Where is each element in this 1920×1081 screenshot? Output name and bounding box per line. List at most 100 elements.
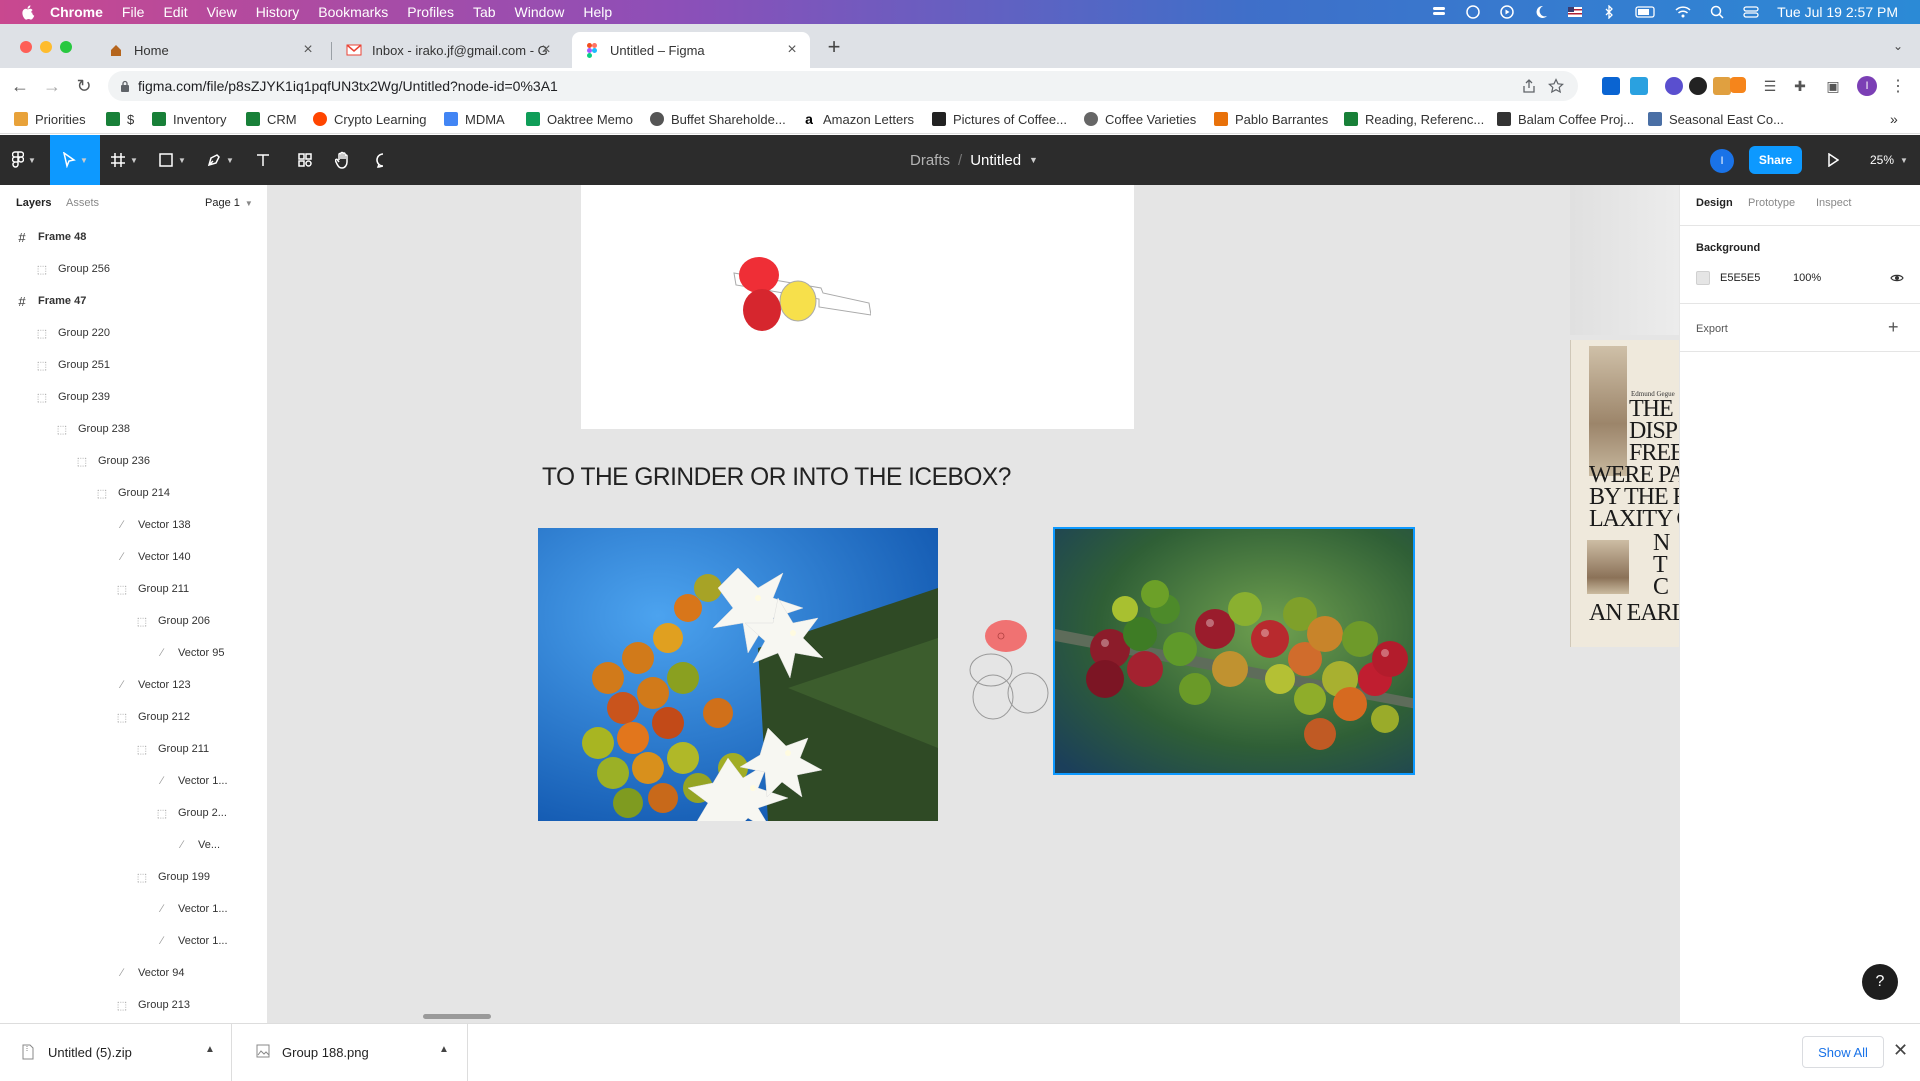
wifi-icon[interactable]: [1675, 5, 1691, 19]
bookmark-seasonal-east[interactable]: Seasonal East Co...: [1648, 110, 1784, 128]
background-hex-input[interactable]: E5E5E5: [1720, 272, 1760, 284]
chevron-up-icon[interactable]: ▲: [439, 1044, 449, 1055]
user-avatar[interactable]: I: [1710, 149, 1734, 173]
text-tool-button[interactable]: [248, 135, 278, 185]
tab-close-icon[interactable]: ×: [300, 42, 316, 58]
lock-icon[interactable]: [120, 80, 130, 92]
bookmark-dollar[interactable]: $: [106, 110, 134, 128]
reader-list-icon[interactable]: ☰: [1760, 76, 1780, 96]
bookmark-inventory[interactable]: Inventory: [152, 110, 226, 128]
chevron-up-icon[interactable]: ▲: [205, 1044, 215, 1055]
address-bar[interactable]: figma.com/file/p8sZJYK1iq1pqfUN3tx2Wg/Un…: [108, 71, 1578, 101]
zoom-control[interactable]: 25% ▼: [1870, 135, 1908, 185]
profile-avatar-icon[interactable]: I: [1857, 76, 1877, 96]
tab-layers[interactable]: Layers: [16, 197, 51, 209]
canvas-headline[interactable]: TO THE GRINDER OR INTO THE ICEBOX?: [542, 463, 1011, 492]
play-circle-icon[interactable]: [1499, 5, 1515, 19]
bookmark-pablo-barrantes[interactable]: Pablo Barrantes: [1214, 110, 1328, 128]
apple-icon[interactable]: [20, 4, 36, 20]
bookmark-balam-coffee[interactable]: Balam Coffee Proj...: [1497, 110, 1634, 128]
window-close-button[interactable]: [20, 41, 32, 53]
menu-help[interactable]: Help: [583, 4, 612, 20]
bookmark-coffee-varieties[interactable]: Coffee Varieties: [1084, 110, 1196, 128]
bookmark-oaktree-memo[interactable]: Oaktree Memo: [526, 110, 633, 128]
layer-row[interactable]: ∕ Vector 138: [0, 509, 267, 541]
layer-row[interactable]: ⬚ Group 214: [0, 477, 267, 509]
sketch-circles[interactable]: [968, 615, 1058, 735]
extension-circle-icon[interactable]: [1665, 77, 1683, 95]
back-arrow-icon[interactable]: ←: [10, 76, 30, 96]
menu-tab[interactable]: Tab: [473, 4, 496, 20]
layer-row[interactable]: ⬚ Group 211: [0, 733, 267, 765]
layer-row[interactable]: ⬚ Group 256: [0, 253, 267, 285]
tab-design[interactable]: Design: [1696, 197, 1733, 209]
control-center-icon[interactable]: [1743, 5, 1759, 19]
page-selector[interactable]: Page 1 ▼: [205, 197, 253, 209]
download-item[interactable]: Group 188.png ▲: [234, 1024, 468, 1081]
layer-row[interactable]: ∕ Vector 94: [0, 957, 267, 989]
layer-row[interactable]: ⬚ Group 213: [0, 989, 267, 1021]
window-minimize-button[interactable]: [40, 41, 52, 53]
layer-row[interactable]: ∕ Ve...: [0, 829, 267, 861]
extension-outlook-icon[interactable]: [1602, 77, 1620, 95]
figma-canvas[interactable]: TO THE GRINDER OR INTO THE ICEBOX? Edmun…: [268, 185, 1679, 1023]
show-all-downloads-button[interactable]: Show All: [1802, 1036, 1884, 1068]
share-page-icon[interactable]: [1522, 79, 1536, 93]
bookmarks-overflow-icon[interactable]: »: [1890, 110, 1898, 128]
file-name[interactable]: Untitled: [970, 152, 1021, 169]
extension-k-icon[interactable]: [1713, 77, 1731, 95]
layer-row[interactable]: ⬚ Group 220: [0, 317, 267, 349]
menu-edit[interactable]: Edit: [163, 4, 187, 20]
layer-row[interactable]: ⬚ Group 236: [0, 445, 267, 477]
url-text[interactable]: figma.com/file/p8sZJYK1iq1pqfUN3tx2Wg/Un…: [138, 78, 558, 94]
tab-prototype[interactable]: Prototype: [1748, 197, 1795, 209]
bookmark-crm[interactable]: CRM: [246, 110, 297, 128]
layer-row[interactable]: ⬚ Group 206: [0, 605, 267, 637]
layer-row[interactable]: ⬚ Group 199: [0, 861, 267, 893]
breadcrumb-drafts[interactable]: Drafts: [910, 152, 950, 169]
side-panel-icon[interactable]: ▣: [1823, 76, 1843, 96]
bookmark-star-icon[interactable]: [1548, 78, 1564, 94]
background-opacity-input[interactable]: 100%: [1793, 272, 1821, 284]
flag-us-icon[interactable]: [1567, 5, 1583, 19]
layer-row[interactable]: ⬚ Group 212: [0, 701, 267, 733]
tab-figma-untitled[interactable]: Untitled – Figma ×: [572, 32, 810, 68]
shape-tool-button[interactable]: ▼: [152, 135, 192, 185]
bluetooth-icon[interactable]: [1601, 5, 1617, 19]
moon-icon[interactable]: [1533, 5, 1549, 19]
bookmark-mdma[interactable]: MDMA: [444, 110, 505, 128]
bookmark-reading-reference[interactable]: Reading, Referenc...: [1344, 110, 1484, 128]
menu-app-name[interactable]: Chrome: [50, 4, 103, 20]
layer-row[interactable]: ∕ Vector 140: [0, 541, 267, 573]
extension-panel-icon[interactable]: [1630, 77, 1648, 95]
bookmark-buffet-shareholder[interactable]: Buffet Shareholde...: [650, 110, 786, 128]
layer-row[interactable]: ⬚ Group 2...: [0, 797, 267, 829]
coffee-cherries-image[interactable]: [1053, 527, 1415, 775]
layer-row[interactable]: ∕ Vector 1...: [0, 925, 267, 957]
bookmark-amazon-letters[interactable]: a Amazon Letters: [802, 110, 914, 128]
bookmark-priorities[interactable]: Priorities: [14, 110, 86, 128]
forward-arrow-icon[interactable]: →: [42, 76, 62, 96]
battery-icon[interactable]: [1635, 5, 1657, 19]
layer-row[interactable]: # Frame 47: [0, 285, 267, 317]
share-button[interactable]: Share: [1749, 146, 1802, 174]
layer-row[interactable]: ∕ Vector 95: [0, 637, 267, 669]
present-button[interactable]: [1818, 135, 1848, 185]
layer-row[interactable]: ⬚ Group 238: [0, 413, 267, 445]
tab-home[interactable]: Home ×: [96, 32, 326, 68]
stack-icon[interactable]: [1431, 5, 1447, 19]
menu-bookmarks[interactable]: Bookmarks: [318, 4, 388, 20]
frame-tool-button[interactable]: ▼: [104, 135, 144, 185]
sync-icon[interactable]: [1465, 5, 1481, 19]
spotlight-search-icon[interactable]: [1709, 5, 1725, 19]
tab-search-chevron-icon[interactable]: ⌄: [1888, 36, 1908, 56]
bookmark-pictures-of-coffee[interactable]: Pictures of Coffee...: [932, 110, 1067, 128]
window-maximize-button[interactable]: [60, 41, 72, 53]
tab-inspect[interactable]: Inspect: [1816, 197, 1851, 209]
new-tab-button[interactable]: +: [822, 36, 846, 60]
tab-close-icon[interactable]: ×: [538, 42, 554, 58]
browser-menu-icon[interactable]: ⋮: [1888, 76, 1908, 96]
menu-profiles[interactable]: Profiles: [407, 4, 454, 20]
resources-tool-button[interactable]: [290, 135, 320, 185]
menu-view[interactable]: View: [207, 4, 237, 20]
